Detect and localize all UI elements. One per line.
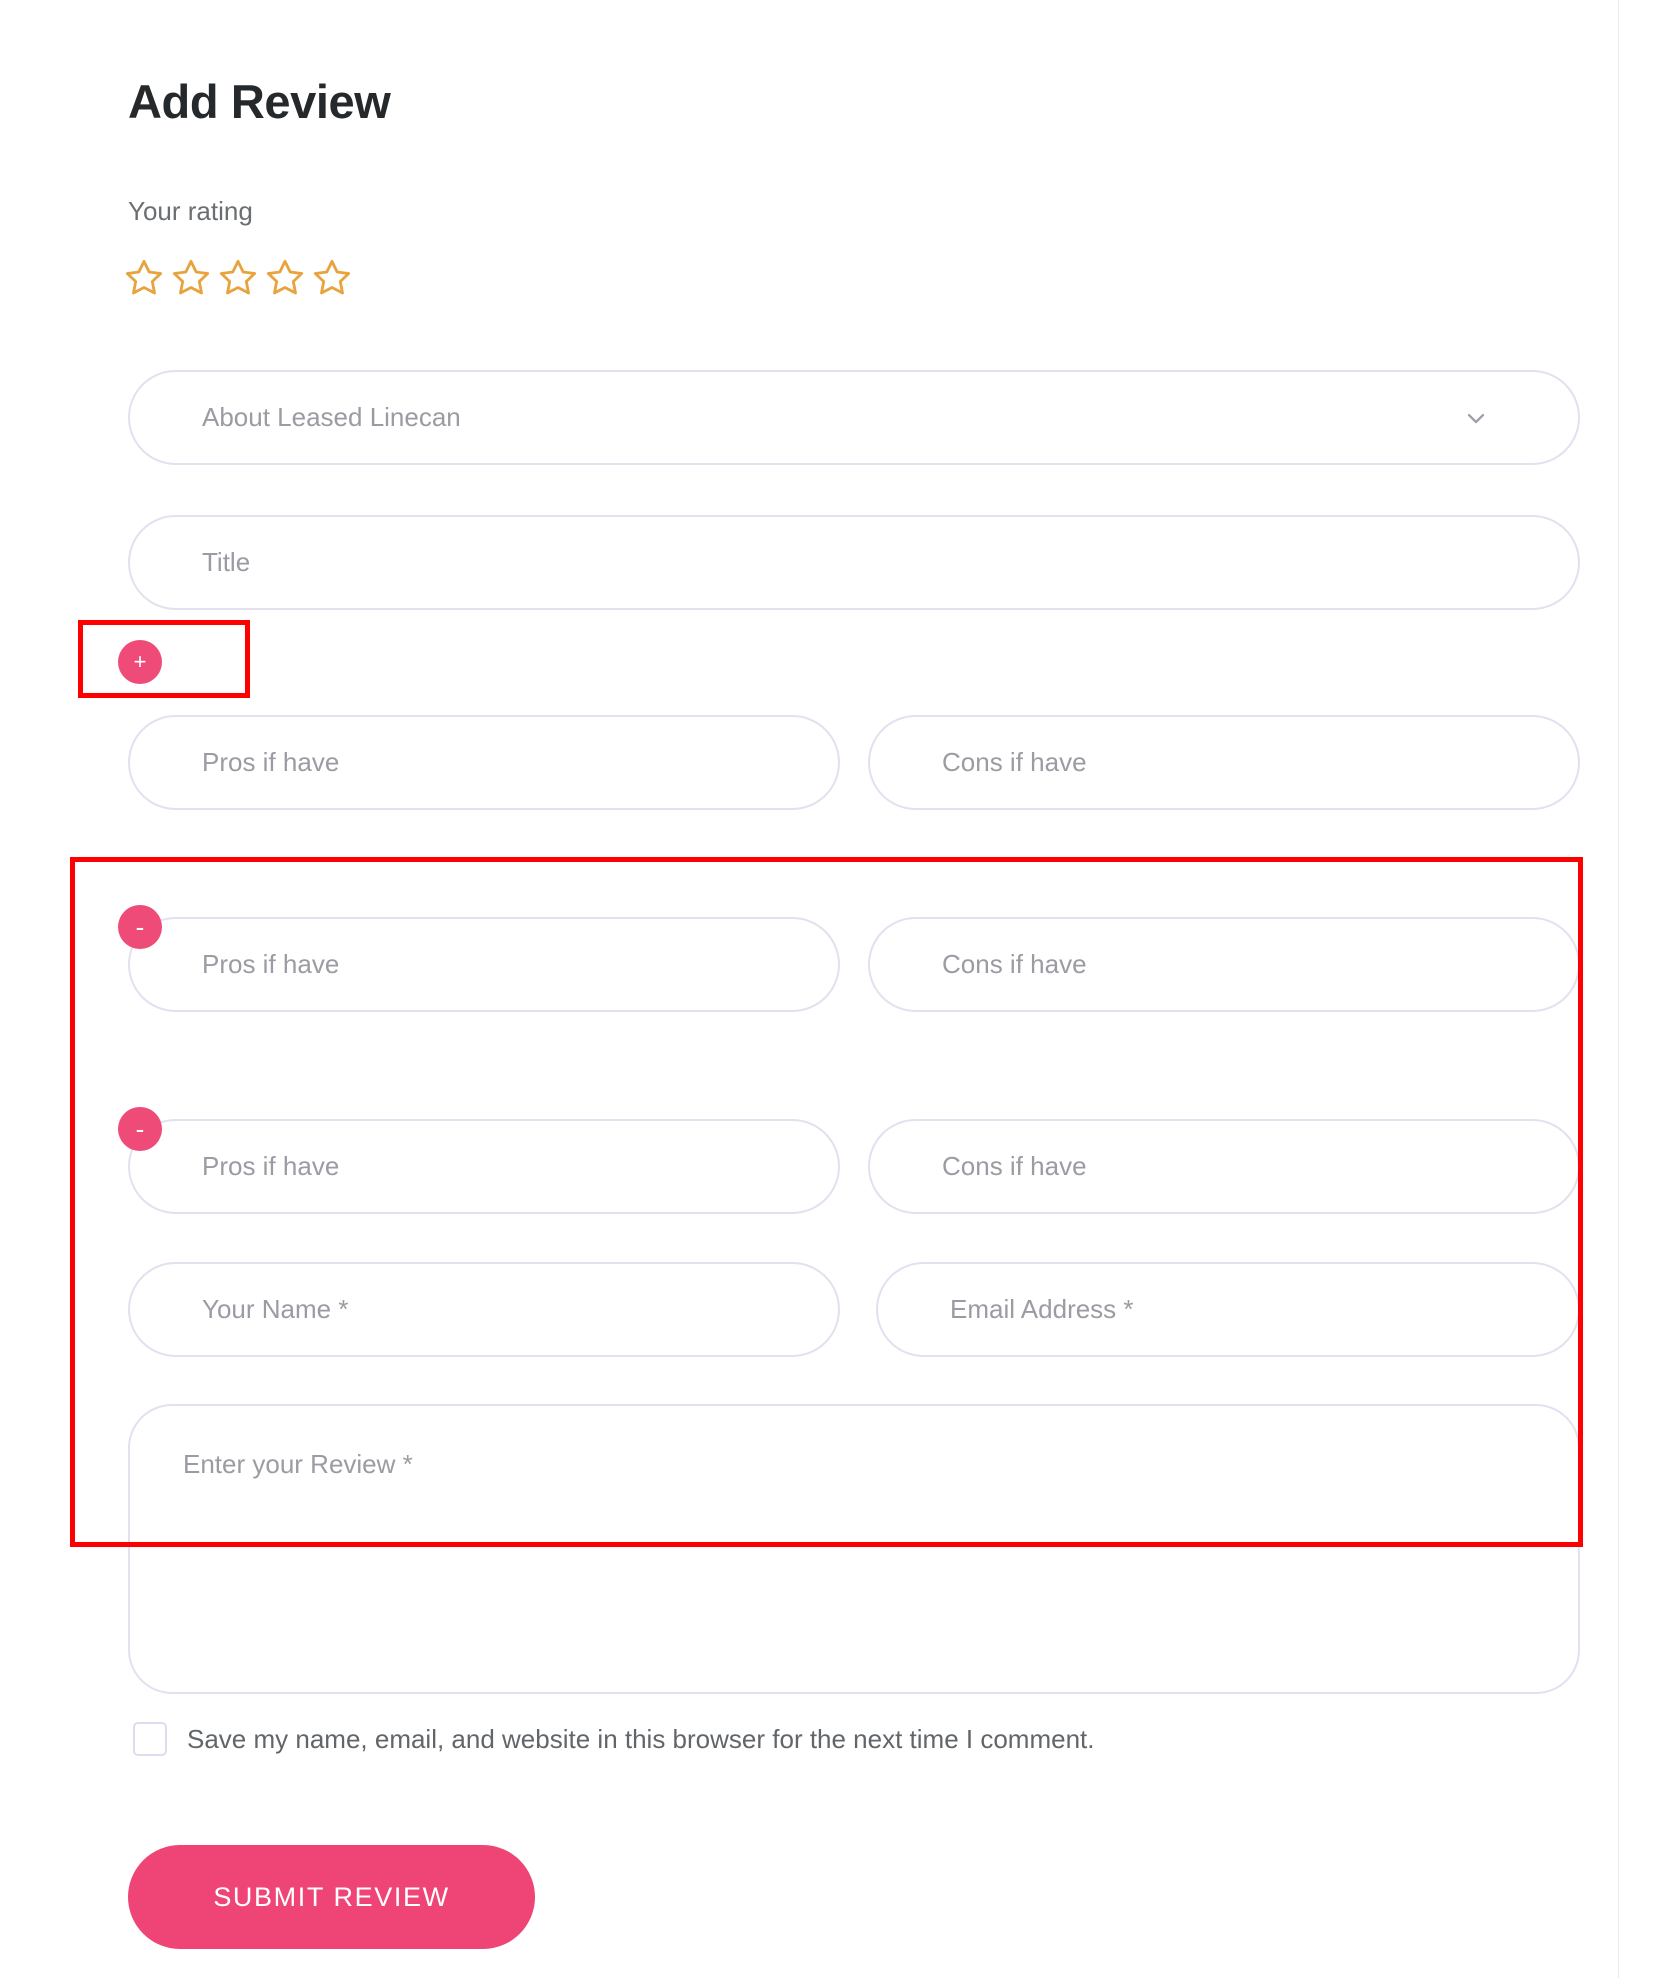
- pros-input-2-placeholder: Pros if have: [202, 949, 340, 979]
- pros-input-1-placeholder: Pros if have: [202, 747, 340, 777]
- pros-input-3[interactable]: Pros if have: [128, 1119, 840, 1214]
- page-divider: [1618, 0, 1619, 1978]
- star-icon-3[interactable]: [218, 257, 258, 297]
- pros-input-3-placeholder: Pros if have: [202, 1151, 340, 1181]
- star-icon-5[interactable]: [312, 257, 352, 297]
- cons-input-2[interactable]: Cons if have: [868, 917, 1580, 1012]
- star-icon-1[interactable]: [124, 257, 164, 297]
- chevron-down-icon: [1462, 404, 1490, 432]
- pros-input-2[interactable]: Pros if have: [128, 917, 840, 1012]
- pros-input-1[interactable]: Pros if have: [128, 715, 840, 810]
- save-info-row: Save my name, email, and website in this…: [133, 1722, 1095, 1756]
- title-input[interactable]: Title: [128, 515, 1580, 610]
- save-info-label: Save my name, email, and website in this…: [187, 1723, 1095, 1754]
- cons-input-1[interactable]: Cons if have: [868, 715, 1580, 810]
- rating-label: Your rating: [128, 196, 253, 226]
- title-input-placeholder: Title: [202, 547, 251, 577]
- save-info-checkbox[interactable]: [133, 1722, 167, 1756]
- remove-row-button-2[interactable]: -: [118, 1107, 162, 1151]
- cons-input-1-placeholder: Cons if have: [942, 747, 1087, 777]
- review-textarea[interactable]: Enter your Review *: [128, 1404, 1580, 1694]
- cons-input-3[interactable]: Cons if have: [868, 1119, 1580, 1214]
- star-rating-widget[interactable]: [124, 257, 352, 297]
- cons-input-3-placeholder: Cons if have: [942, 1151, 1087, 1181]
- email-input-placeholder: Email Address *: [950, 1294, 1134, 1324]
- email-input[interactable]: Email Address *: [876, 1262, 1580, 1357]
- add-row-button-highlight: [78, 620, 250, 698]
- about-select[interactable]: About Leased Linecan: [128, 370, 1580, 465]
- star-icon-2[interactable]: [171, 257, 211, 297]
- remove-row-button-1[interactable]: -: [118, 905, 162, 949]
- cons-input-2-placeholder: Cons if have: [942, 949, 1087, 979]
- page-title: Add Review: [128, 75, 391, 129]
- add-row-button[interactable]: +: [118, 640, 162, 684]
- add-review-form: Add Review Your rating About Leased Line…: [0, 0, 1618, 1978]
- name-input-placeholder: Your Name *: [202, 1294, 349, 1324]
- submit-review-button[interactable]: SUBMIT REVIEW: [128, 1845, 535, 1949]
- name-input[interactable]: Your Name *: [128, 1262, 840, 1357]
- about-select-value: About Leased Linecan: [202, 402, 461, 432]
- review-textarea-placeholder: Enter your Review *: [183, 1449, 413, 1479]
- star-icon-4[interactable]: [265, 257, 305, 297]
